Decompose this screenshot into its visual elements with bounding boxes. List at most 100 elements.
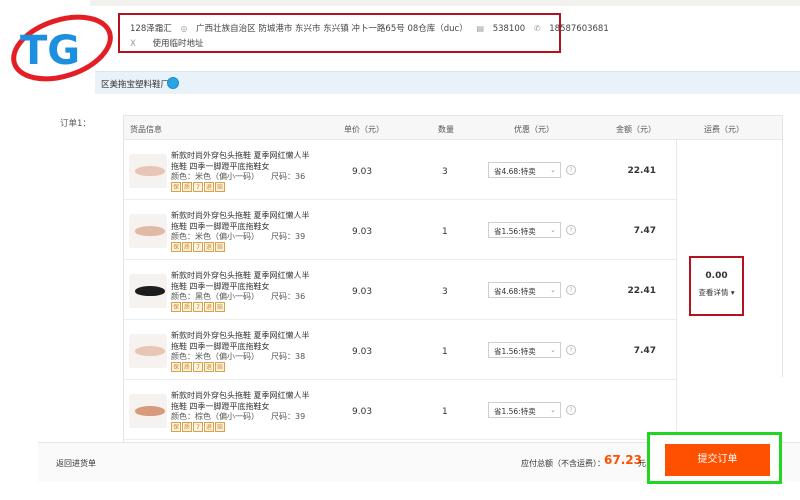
help-icon[interactable]: ? (566, 345, 576, 355)
shoe-image-shadow (141, 350, 161, 356)
unit-price: 9.03 (352, 167, 373, 177)
product-title[interactable]: 新款时尚外穿包头拖鞋 夏季网红懒人半拖鞋 四季一脚蹬平底拖鞋女 (171, 330, 311, 352)
table-row: 新款时尚外穿包头拖鞋 夏季网红懒人半拖鞋 四季一脚蹬平底拖鞋女 颜色：米色（偏小一… (124, 320, 676, 380)
table-row: 新款时尚外穿包头拖鞋 夏季网红懒人半拖鞋 四季一脚蹬平底拖鞋女 颜色：棕色（偏小一… (124, 380, 676, 440)
phone-icon: ✆ (533, 24, 541, 33)
product-thumbnail[interactable] (129, 394, 167, 428)
product-size: 尺码：39 (271, 412, 306, 421)
service-badge-icon: 保 (171, 302, 181, 312)
product-color: 颜色：黑色（偏小一码） (171, 292, 259, 301)
discount-select[interactable]: 省1.56:特卖 ⌄ (488, 342, 561, 358)
product-title[interactable]: 新款时尚外穿包头拖鞋 夏季网红懒人半拖鞋 四季一脚蹬平底拖鞋女 (171, 150, 311, 172)
product-color: 颜色：米色（偏小一码） (171, 232, 259, 241)
service-badges: 保质7退赔 (171, 182, 226, 192)
row-amount: 22.41 (627, 166, 656, 176)
service-badge-icon: 质 (182, 242, 192, 252)
chevron-down-icon: ⌄ (550, 226, 556, 234)
unit-price: 9.03 (352, 347, 373, 357)
shop-name[interactable]: 区美拖宝塑料鞋厂 (101, 78, 169, 90)
product-attributes: 颜色：米色（偏小一码） 尺码：39 (171, 231, 305, 242)
product-thumbnail[interactable] (129, 334, 167, 368)
shipping-fee-box: 0.00 查看详情 ▾ (689, 256, 744, 316)
service-badge-icon: 质 (182, 362, 192, 372)
shoe-image-shadow (141, 290, 161, 296)
product-size: 尺码：36 (271, 172, 306, 181)
chat-icon[interactable] (167, 77, 179, 89)
shoe-image-shadow (141, 170, 161, 176)
submit-highlight: 提交订单 (647, 432, 782, 484)
service-badge-icon: 保 (171, 422, 181, 432)
product-title[interactable]: 新款时尚外穿包头拖鞋 夏季网红懒人半拖鞋 四季一脚蹬平底拖鞋女 (171, 270, 311, 292)
help-icon[interactable]: ? (566, 285, 576, 295)
discount-select[interactable]: 省1.56:特卖 ⌄ (488, 222, 561, 238)
product-title[interactable]: 新款时尚外穿包头拖鞋 夏季网红懒人半拖鞋 四季一脚蹬平底拖鞋女 (171, 210, 311, 232)
address-phone: 18587603681 (549, 24, 609, 34)
discount-select[interactable]: 省1.56:特卖 ⌄ (488, 402, 561, 418)
shoe-image-shadow (141, 230, 161, 236)
product-color: 颜色：米色（偏小一码） (171, 172, 259, 181)
service-badge-icon: 保 (171, 362, 181, 372)
discount-select[interactable]: 省4.68:特卖 ⌄ (488, 282, 561, 298)
header-goods: 货品信息 (130, 125, 162, 134)
service-badge-icon: 赔 (215, 242, 225, 252)
product-color: 颜色：棕色（偏小一码） (171, 412, 259, 421)
table-row: 新款时尚外穿包头拖鞋 夏季网红懒人半拖鞋 四季一脚蹬平底拖鞋女 颜色：米色（偏小一… (124, 140, 676, 200)
product-thumbnail[interactable] (129, 274, 167, 308)
unit-price: 9.03 (352, 407, 373, 417)
discount-selected: 省1.56:特卖 (494, 407, 536, 416)
chevron-down-icon: ⌄ (550, 166, 556, 174)
caret-down-icon[interactable]: ▾ (731, 288, 735, 297)
service-badges: 保质7退赔 (171, 362, 226, 372)
service-badge-icon: 质 (182, 422, 192, 432)
help-icon[interactable]: ? (566, 165, 576, 175)
order-table: 货品信息 单价（元） 数量 优惠（元） 金额（元） 运费（元） 新款时尚外穿包头… (123, 115, 783, 445)
product-attributes: 颜色：米色（偏小一码） 尺码：38 (171, 351, 305, 362)
service-badge-icon: 7 (193, 242, 203, 252)
row-amount: 7.47 (633, 226, 656, 236)
header-shipping: 运费（元） (704, 125, 744, 134)
discount-select[interactable]: 省4.68:特卖 ⌄ (488, 162, 561, 178)
product-thumbnail[interactable] (129, 154, 167, 188)
service-badge-icon: 7 (193, 182, 203, 192)
product-size: 尺码：38 (271, 352, 306, 361)
unit-price: 9.03 (352, 227, 373, 237)
product-color: 颜色：米色（偏小一码） (171, 352, 259, 361)
recipient-name: 128泽霜汇 (130, 24, 172, 34)
product-thumbnail[interactable] (129, 214, 167, 248)
back-to-cart-link[interactable]: 返回进货单 (56, 458, 96, 469)
service-badge-icon: 赔 (215, 302, 225, 312)
shipping-details-text[interactable]: 查看详情 (698, 288, 728, 297)
quantity: 1 (442, 227, 448, 237)
row-amount: 7.47 (633, 346, 656, 356)
service-badge-icon: 退 (204, 182, 214, 192)
service-badge-icon: 退 (204, 362, 214, 372)
service-badges: 保质7退赔 (171, 302, 226, 312)
product-size: 尺码：36 (271, 292, 306, 301)
discount-selected: 省1.56:特卖 (494, 227, 536, 236)
header-qty: 数量 (438, 125, 454, 134)
address-location: 广西壮族自治区 防城港市 东兴市 东兴镇 冲卜一路65号 08仓库（duc） (196, 24, 468, 34)
service-badge-icon: 保 (171, 182, 181, 192)
order-label: 订单1： (60, 119, 91, 129)
submit-order-button[interactable]: 提交订单 (665, 444, 770, 476)
header-amount: 金额（元） (616, 125, 656, 134)
use-temp-address-link[interactable]: 使用临时地址 (153, 39, 204, 49)
postcode-icon: ▤ (476, 24, 484, 33)
unit-price: 9.03 (352, 287, 373, 297)
help-icon[interactable]: ? (566, 405, 576, 415)
product-title[interactable]: 新款时尚外穿包头拖鞋 夏季网红懒人半拖鞋 四季一脚蹬平底拖鞋女 (171, 390, 311, 412)
chevron-down-icon: ⌄ (550, 286, 556, 294)
total-unit: 元 (638, 459, 646, 468)
remove-mark[interactable]: X (130, 39, 136, 49)
service-badge-icon: 赔 (215, 362, 225, 372)
service-badges: 保质7退赔 (171, 242, 226, 252)
chevron-down-icon: ⌄ (550, 406, 556, 414)
discount-selected: 省4.68:特卖 (494, 167, 536, 176)
service-badge-icon: 7 (193, 362, 203, 372)
address-line: 128泽霜汇 ◎ 广西壮族自治区 防城港市 东兴市 东兴镇 冲卜一路65号 08… (130, 22, 615, 34)
shipping-address-box[interactable]: 128泽霜汇 ◎ 广西壮族自治区 防城港市 东兴市 东兴镇 冲卜一路65号 08… (118, 13, 609, 53)
table-row: 新款时尚外穿包头拖鞋 夏季网红懒人半拖鞋 四季一脚蹬平底拖鞋女 颜色：米色（偏小一… (124, 200, 676, 260)
discount-selected: 省4.68:特卖 (494, 287, 536, 296)
help-icon[interactable]: ? (566, 225, 576, 235)
shipping-details-link[interactable]: 查看详情 ▾ (691, 287, 742, 298)
